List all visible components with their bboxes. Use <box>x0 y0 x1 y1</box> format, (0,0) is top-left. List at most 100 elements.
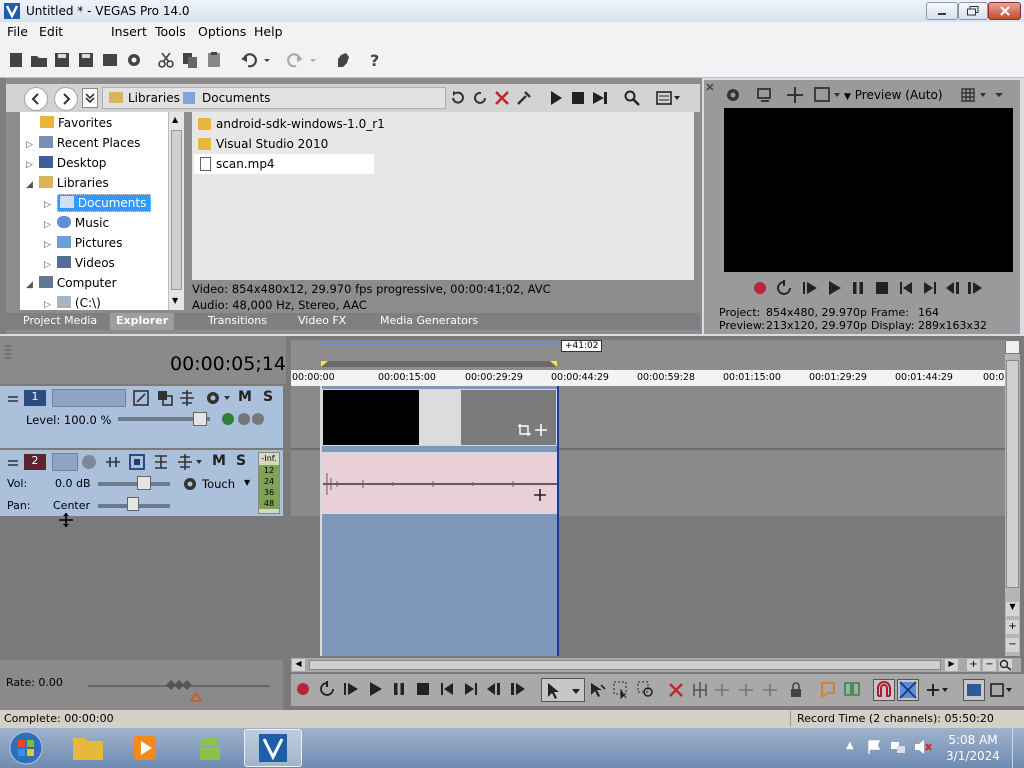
zoom-in-horizontal-icon[interactable]: + <box>967 659 980 671</box>
back-button[interactable] <box>24 87 48 111</box>
menu-tools[interactable]: Tools <box>155 24 186 39</box>
file-item-scan-mp4[interactable]: scan.mp4 <box>194 154 374 174</box>
loop-region-bar[interactable] <box>321 343 557 345</box>
lock-envelopes-toggle[interactable] <box>963 679 985 701</box>
zoom-in-vertical-icon[interactable]: + <box>1006 620 1019 634</box>
snapping-toggle[interactable] <box>873 679 895 701</box>
edit-tool-dropdown[interactable] <box>541 678 585 702</box>
menu-edit[interactable]: Edit <box>39 24 63 39</box>
timeline-vertical-scrollbar[interactable]: ▲ ▼ + − <box>1005 340 1020 656</box>
menu-help[interactable]: Help <box>254 24 283 39</box>
track-solo-button[interactable]: S <box>236 453 246 469</box>
minimize-button[interactable] <box>926 2 958 20</box>
scroll-left-icon[interactable]: ◀ <box>292 659 305 671</box>
tree-item-c-drive[interactable]: ▷ (C:\) <box>44 294 101 312</box>
go-to-end-icon[interactable] <box>463 681 479 697</box>
restore-button[interactable] <box>958 2 988 20</box>
overlays-dropdown-icon[interactable] <box>814 86 842 104</box>
taskbar-media-player[interactable] <box>124 732 168 764</box>
playhead-cursor[interactable] <box>557 386 559 656</box>
split-icon[interactable] <box>761 681 779 699</box>
tree-item-music[interactable]: ▷ Music <box>44 214 109 232</box>
cut-icon[interactable] <box>157 51 175 69</box>
automation-mode-dropdown-icon[interactable]: ▼ <box>244 478 250 487</box>
insert-region-icon[interactable] <box>843 681 861 699</box>
search-icon[interactable] <box>624 90 640 106</box>
help-question-icon[interactable]: ? <box>366 51 384 69</box>
undo-dropdown-icon[interactable] <box>262 51 272 69</box>
zoom-out-horizontal-icon[interactable]: − <box>983 659 996 671</box>
tree-item-videos[interactable]: ▷ Videos <box>44 254 115 272</box>
pan-slider-thumb[interactable] <box>127 497 139 511</box>
tree-item-libraries[interactable]: ◢ Libraries <box>26 174 109 192</box>
tab-transitions[interactable]: Transitions <box>208 314 267 327</box>
event-fx-icon[interactable] <box>534 423 548 437</box>
expand-arrow-icon[interactable]: ▷ <box>26 160 33 170</box>
lock-icon[interactable] <box>787 681 805 699</box>
track-fx-icon[interactable] <box>128 453 146 471</box>
volume-slider[interactable] <box>98 482 170 486</box>
go-to-start-icon[interactable] <box>439 681 455 697</box>
envelope-tool-icon[interactable] <box>589 681 607 699</box>
track-compositing-icon[interactable] <box>156 389 174 407</box>
rate-slider-thumb-icon[interactable] <box>164 679 192 691</box>
close-button[interactable] <box>988 2 1021 20</box>
bus-icon[interactable] <box>152 453 170 471</box>
loop-playback-icon[interactable] <box>776 280 792 296</box>
action-center-flag-icon[interactable] <box>866 739 882 755</box>
video-event[interactable] <box>322 389 557 446</box>
play-from-start-icon[interactable] <box>802 280 818 296</box>
taskbar-android[interactable] <box>188 732 232 764</box>
expand-arrow-icon[interactable]: ▷ <box>44 240 51 250</box>
tab-media-generators[interactable]: Media Generators <box>380 314 478 327</box>
show-hidden-icons-icon[interactable]: ▲ <box>846 740 854 751</box>
collapse-arrow-icon[interactable]: ◢ <box>26 180 33 190</box>
horizontal-scroll-thumb[interactable] <box>309 660 941 670</box>
trim-start-icon[interactable] <box>713 681 731 699</box>
arm-record-icon[interactable] <box>82 455 96 469</box>
vertical-scroll-thumb[interactable] <box>1006 360 1019 588</box>
tree-item-recent-places[interactable]: ▷ Recent Places <box>26 134 140 152</box>
track-collapse-icon[interactable] <box>7 393 19 405</box>
scroll-down-icon[interactable]: ▼ <box>1006 602 1019 616</box>
track-name-field[interactable] <box>52 389 126 407</box>
properties-gear-icon[interactable] <box>125 51 143 69</box>
panel-grip[interactable] <box>0 78 6 334</box>
file-item-visual-studio[interactable]: Visual Studio 2010 <box>196 134 416 154</box>
automation-settings-gear-icon[interactable] <box>182 476 198 492</box>
volume-slider-thumb[interactable] <box>137 476 151 490</box>
new-project-icon[interactable] <box>7 51 25 69</box>
stop-icon[interactable] <box>874 280 890 296</box>
track-mute-button[interactable]: M <box>212 453 226 469</box>
previous-frame-icon[interactable] <box>485 681 503 697</box>
collapse-arrow-icon[interactable]: ◢ <box>26 280 33 290</box>
scroll-up-icon[interactable]: ▲ <box>172 115 178 124</box>
preview-gear-icon[interactable] <box>724 86 742 104</box>
add-to-project-icon[interactable] <box>516 90 532 106</box>
expand-arrow-icon[interactable]: ▷ <box>44 260 51 270</box>
ripple-edit-dropdown[interactable] <box>925 681 951 699</box>
save-icon[interactable] <box>53 51 71 69</box>
record-icon[interactable] <box>297 683 309 695</box>
ignore-grouping-dropdown[interactable] <box>989 681 1015 699</box>
header-grip[interactable] <box>4 344 12 374</box>
undo-icon[interactable] <box>240 51 258 69</box>
track-settings-gear-icon[interactable] <box>204 389 232 407</box>
copy-icon[interactable] <box>181 51 199 69</box>
history-dropdown-button[interactable] <box>82 88 98 108</box>
external-monitor-icon[interactable] <box>756 86 774 104</box>
loop-start-marker-icon[interactable] <box>321 361 328 367</box>
redo-dropdown-icon[interactable] <box>308 51 318 69</box>
split-screen-icon[interactable] <box>786 86 804 104</box>
breadcrumb-documents[interactable]: Documents <box>202 91 270 105</box>
event-fx-icon[interactable] <box>533 488 547 502</box>
pause-icon[interactable] <box>850 280 866 296</box>
loop-playback-icon[interactable] <box>319 681 335 697</box>
track-solo-button[interactable]: S <box>263 389 273 405</box>
automation-mode[interactable]: Touch <box>202 477 235 491</box>
volume-muted-icon[interactable] <box>914 739 932 755</box>
show-desktop-button[interactable] <box>1012 728 1024 768</box>
taskbar-vegas[interactable] <box>244 729 302 767</box>
next-frame-icon[interactable] <box>966 280 984 296</box>
composite-mode-icons[interactable] <box>220 410 268 428</box>
